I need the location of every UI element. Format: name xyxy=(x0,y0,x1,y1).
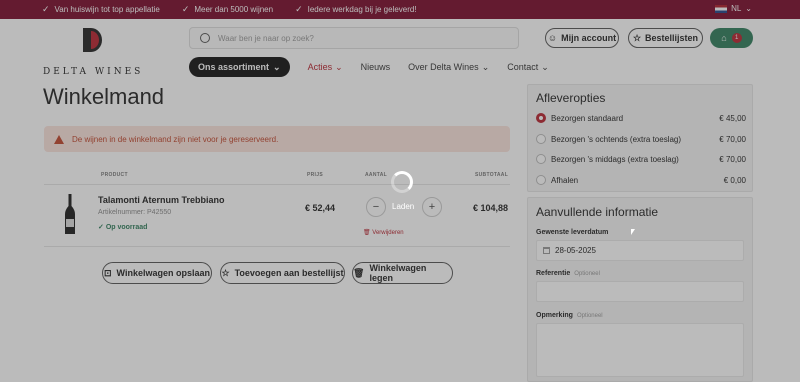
loading-spinner-icon xyxy=(391,171,413,193)
mouse-cursor-icon xyxy=(631,229,635,235)
loading-text: Laden xyxy=(392,202,415,211)
